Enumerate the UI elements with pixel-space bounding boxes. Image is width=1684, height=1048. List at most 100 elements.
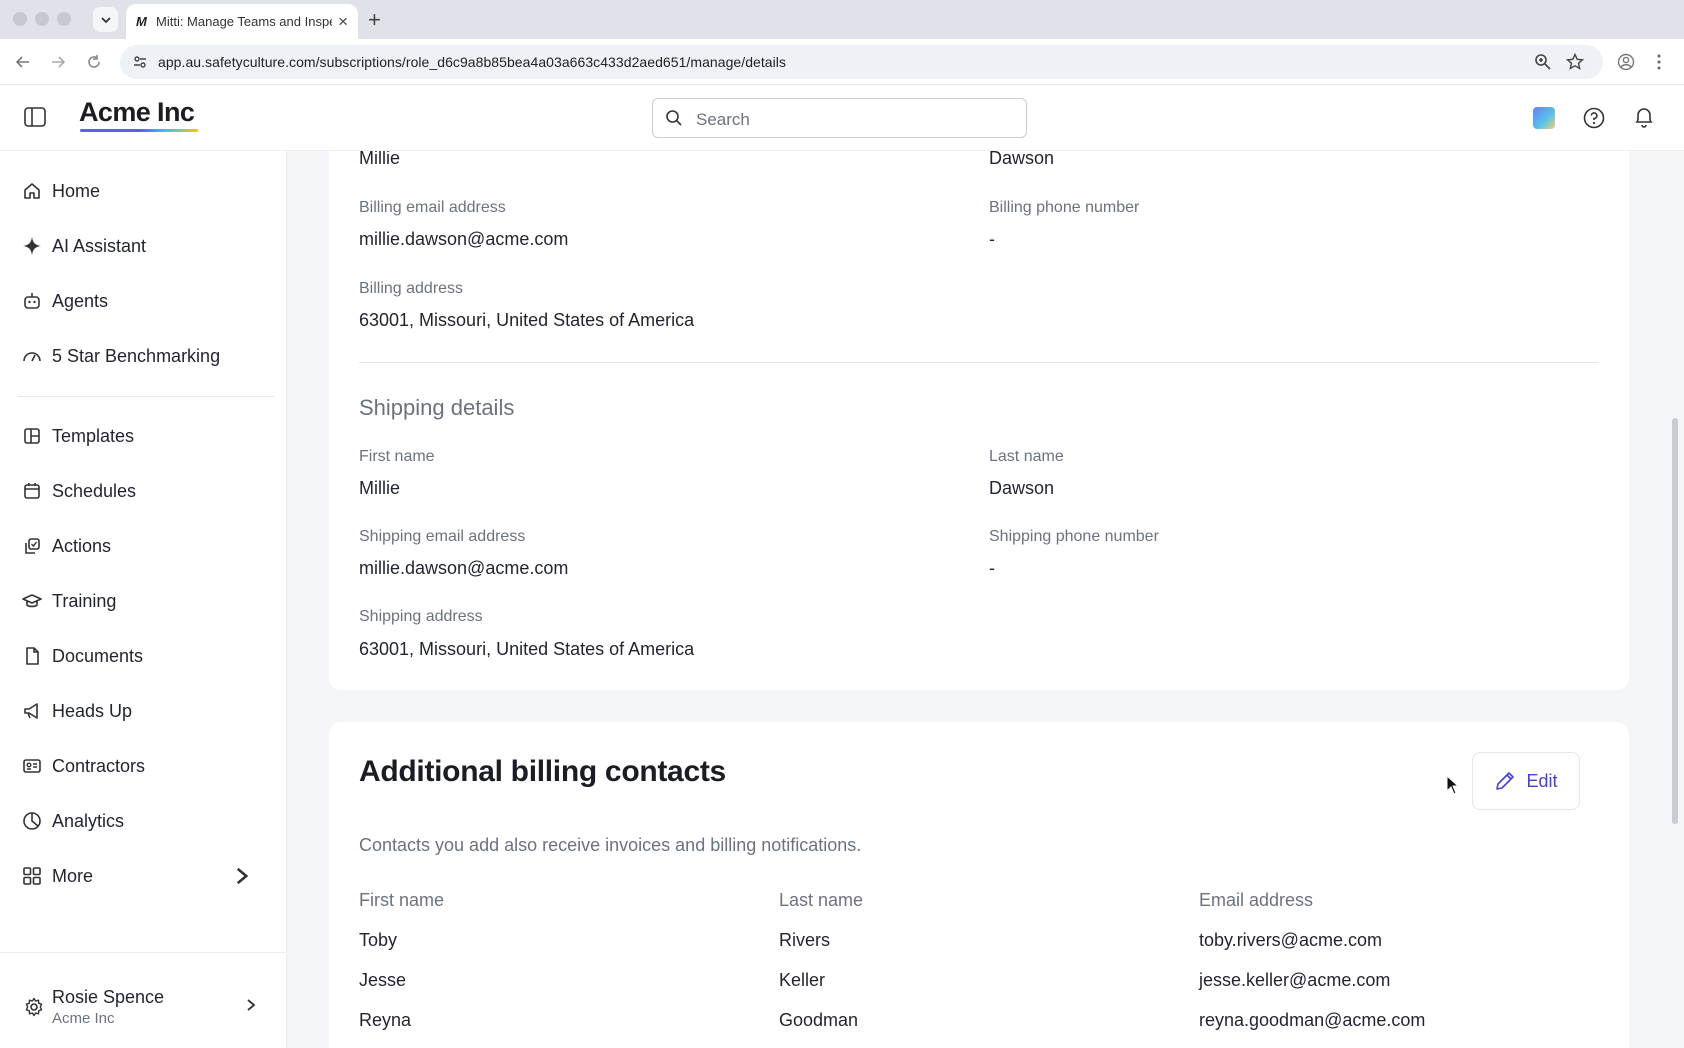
app-header: Acme Inc Search bbox=[0, 85, 1684, 151]
bell-icon[interactable] bbox=[1634, 106, 1654, 129]
sidebar-item-actions[interactable]: Actions bbox=[22, 529, 111, 563]
tab-close-icon[interactable]: × bbox=[338, 13, 348, 30]
shipping-first-name-label: First name bbox=[359, 448, 435, 465]
contact-first-name: Jesse bbox=[359, 970, 407, 990]
shipping-details-title: Shipping details bbox=[359, 395, 515, 420]
help-icon[interactable] bbox=[1583, 107, 1605, 129]
scrollbar-thumb[interactable] bbox=[1672, 418, 1678, 824]
shipping-address: 63001, Missouri, United States of Americ… bbox=[359, 639, 695, 659]
sidebar-item-label: Actions bbox=[52, 535, 112, 556]
gauge-icon bbox=[23, 352, 41, 362]
id-card-icon bbox=[23, 759, 41, 773]
home-icon bbox=[24, 183, 40, 199]
sidebar-toggle-icon[interactable] bbox=[24, 107, 46, 127]
additional-billing-contacts-card: Additional billing contacts Edit Contact… bbox=[329, 722, 1629, 1048]
profile-circle-icon[interactable] bbox=[1617, 53, 1635, 71]
sidebar-item-training[interactable]: Training bbox=[22, 584, 116, 618]
sidebar-item-agents[interactable]: Agents bbox=[22, 284, 108, 318]
sidebar-item-documents[interactable]: Documents bbox=[22, 639, 143, 673]
chevron-right-icon bbox=[236, 867, 249, 885]
contact-email: jesse.keller@acme.com bbox=[1199, 970, 1391, 990]
billing-address: 63001, Missouri, United States of Americ… bbox=[359, 310, 695, 330]
window-minimize-dot[interactable] bbox=[35, 12, 49, 26]
contact-email: reyna.goodman@acme.com bbox=[1199, 1010, 1426, 1030]
column-header-first-name: First name bbox=[359, 890, 445, 910]
sidebar-item-home[interactable]: Home bbox=[22, 174, 100, 208]
shipping-email-label: Shipping email address bbox=[359, 528, 526, 545]
search-input[interactable]: Search bbox=[652, 98, 1027, 138]
billing-phone-label: Billing phone number bbox=[989, 199, 1140, 216]
profile-menu[interactable]: Rosie Spence Acme Inc bbox=[0, 952, 287, 1048]
contact-last-name: Goodman bbox=[779, 1010, 859, 1030]
billing-first-name: Millie bbox=[359, 151, 401, 168]
contact-email: toby.rivers@acme.com bbox=[1199, 930, 1382, 950]
pie-chart-icon bbox=[23, 812, 41, 830]
url-field[interactable]: app.au.safetyculture.com/subscriptions/r… bbox=[120, 45, 1603, 79]
calendar-icon bbox=[24, 483, 40, 499]
shipping-email: millie.dawson@acme.com bbox=[359, 558, 569, 578]
zoom-icon[interactable] bbox=[1534, 53, 1552, 71]
sidebar-item-label: Home bbox=[52, 180, 101, 201]
sidebar: Home AI Assistant Agents 5 Star Benchmar… bbox=[0, 151, 287, 1048]
billing-address-label: Billing address bbox=[359, 280, 464, 297]
shipping-first-name: Millie bbox=[359, 478, 401, 498]
forward-arrow-icon[interactable] bbox=[47, 51, 69, 73]
search-icon bbox=[666, 110, 682, 126]
sidebar-item-label: Documents bbox=[52, 645, 144, 666]
sparkle-icon bbox=[23, 237, 41, 255]
kebab-menu-icon[interactable] bbox=[1656, 53, 1662, 71]
sidebar-item-label: Contractors bbox=[52, 755, 146, 776]
pencil-icon bbox=[1496, 772, 1515, 790]
tab-title: Mitti: Manage Teams and Inspections bbox=[156, 14, 332, 29]
contact-last-name: Rivers bbox=[779, 930, 831, 950]
browser-tab-active[interactable]: M Mitti: Manage Teams and Inspections × bbox=[126, 4, 358, 39]
sidebar-item-templates[interactable]: Templates bbox=[22, 419, 134, 453]
window-close-dot[interactable] bbox=[13, 12, 27, 26]
contact-first-name: Reyna bbox=[359, 1010, 412, 1030]
browser-tab-bar: M Mitti: Manage Teams and Inspections × … bbox=[0, 0, 1684, 39]
actions-icon bbox=[25, 538, 40, 554]
shipping-phone: - bbox=[989, 558, 995, 578]
site-settings-icon[interactable] bbox=[132, 54, 148, 70]
column-header-last-name: Last name bbox=[779, 890, 864, 910]
back-arrow-icon[interactable] bbox=[12, 51, 34, 73]
sidebar-item-5-star-benchmarking[interactable]: 5 Star Benchmarking bbox=[22, 339, 220, 373]
window-zoom-dot[interactable] bbox=[57, 12, 71, 26]
billing-last-name: Dawson bbox=[989, 151, 1055, 168]
shipping-last-name-label: Last name bbox=[989, 448, 1064, 465]
search-placeholder: Search bbox=[696, 110, 750, 129]
tab-list-button[interactable] bbox=[93, 7, 118, 32]
sidebar-item-analytics[interactable]: Analytics bbox=[22, 804, 124, 838]
sidebar-item-heads-up[interactable]: Heads Up bbox=[22, 694, 132, 728]
sidebar-item-contractors[interactable]: Contractors bbox=[22, 749, 145, 783]
megaphone-icon bbox=[24, 703, 38, 719]
billing-details-card: Millie Dawson Billing email address mill… bbox=[329, 151, 1629, 690]
sidebar-item-schedules[interactable]: Schedules bbox=[22, 474, 136, 508]
reload-icon[interactable] bbox=[83, 51, 105, 73]
sidebar-divider bbox=[18, 396, 274, 397]
logo[interactable]: Acme Inc bbox=[79, 97, 195, 128]
profile-name: Rosie Spence bbox=[52, 987, 165, 1007]
shipping-last-name: Dawson bbox=[989, 478, 1055, 498]
billing-email-label: Billing email address bbox=[359, 199, 506, 216]
bookmark-star-icon[interactable] bbox=[1566, 53, 1584, 71]
chevron-right-icon bbox=[247, 999, 256, 1011]
ai-sparkle-icon[interactable] bbox=[1533, 107, 1555, 129]
document-icon bbox=[26, 647, 39, 665]
new-tab-button[interactable]: + bbox=[368, 7, 381, 32]
billing-email: millie.dawson@acme.com bbox=[359, 229, 569, 249]
shipping-address-label: Shipping address bbox=[359, 608, 483, 625]
edit-contacts-button[interactable]: Edit bbox=[1472, 752, 1580, 810]
sidebar-item-ai-assistant[interactable]: AI Assistant bbox=[22, 229, 146, 263]
sidebar-item-label: Schedules bbox=[52, 480, 137, 501]
contact-first-name: Toby bbox=[359, 930, 398, 950]
section-divider bbox=[359, 362, 1599, 363]
gear-icon bbox=[25, 997, 43, 1017]
sidebar-item-more[interactable]: More bbox=[22, 859, 262, 893]
template-icon bbox=[24, 428, 40, 444]
sidebar-item-label: Analytics bbox=[52, 810, 125, 831]
sidebar-item-label: More bbox=[52, 865, 94, 886]
sidebar-item-label: AI Assistant bbox=[52, 235, 147, 256]
chevron-down-icon bbox=[100, 16, 111, 23]
sidebar-item-label: Training bbox=[52, 590, 117, 611]
